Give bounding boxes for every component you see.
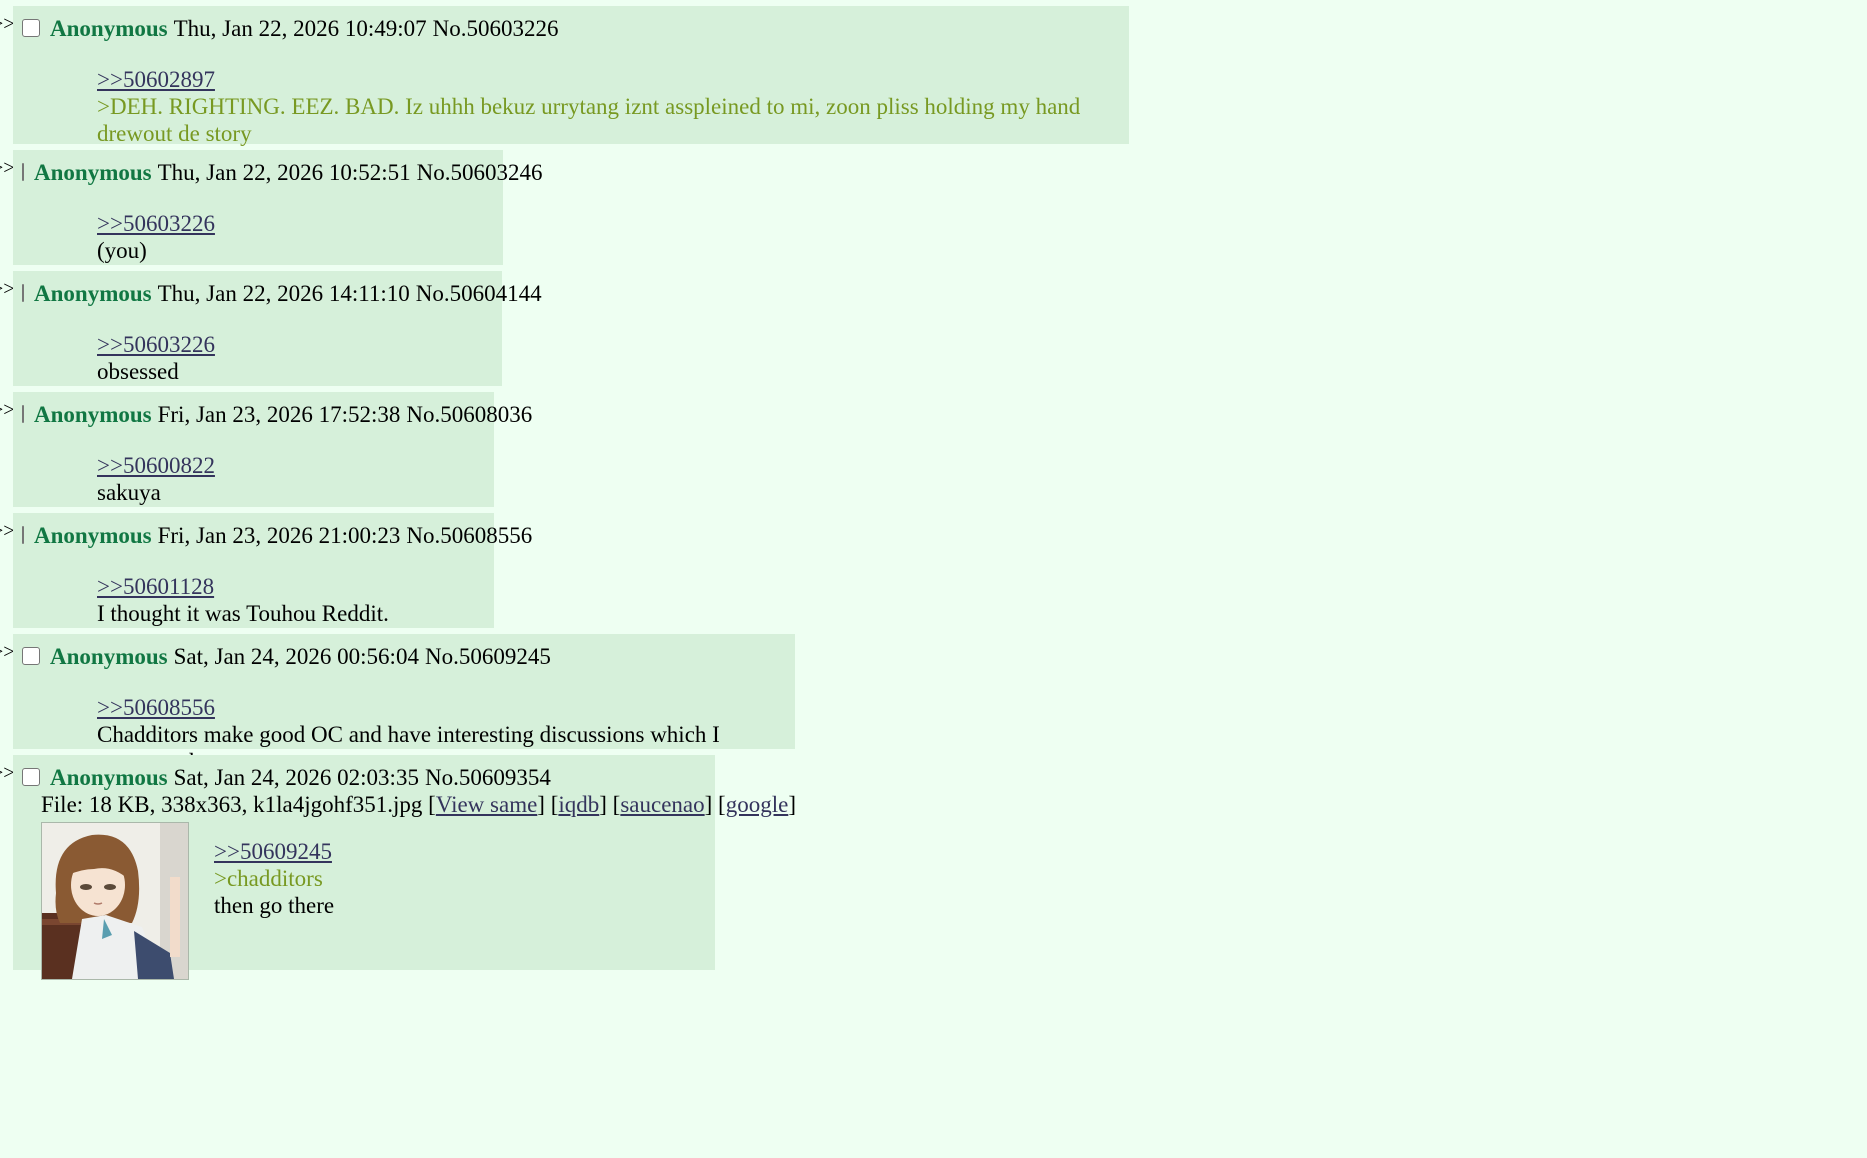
post-checkbox[interactable] <box>22 767 40 786</box>
post-checkbox[interactable] <box>22 404 24 423</box>
reply-post: Anonymous Thu, Jan 22, 2026 10:52:51 No.… <box>13 150 542 265</box>
post-message: >>50603226 (you) <box>97 210 469 264</box>
quote-link[interactable]: >>50609245 <box>214 838 334 865</box>
reply-container: >> Anonymous Sat, Jan 24, 2026 00:56:04 … <box>0 634 1129 774</box>
post-checkbox[interactable] <box>22 525 24 544</box>
message-text: sakuya <box>97 480 161 505</box>
side-arrows: >> <box>0 157 15 179</box>
post-info: Anonymous Thu, Jan 22, 2026 14:11:10 No.… <box>13 280 542 307</box>
message-text: I thought it was Touhou Reddit. <box>97 601 389 626</box>
greentext-line: >chadditors <box>214 866 323 891</box>
file-details: File: 18 KB, 338x363, k1la4jgohf351.jpg <box>41 792 423 817</box>
post-checkbox[interactable] <box>22 283 24 302</box>
post-message: >>50603226 obsessed <box>97 331 468 385</box>
post-checkbox[interactable] <box>22 162 24 181</box>
view-same-link[interactable]: View same <box>436 792 537 817</box>
post-datetime: Fri, Jan 23, 2026 21:00:23 <box>157 523 401 548</box>
reply-container: >> Anonymous Thu, Jan 22, 2026 14:11:10 … <box>0 271 1129 386</box>
quote-link[interactable]: >>50603226 <box>97 331 468 358</box>
side-arrows: >> <box>0 13 15 35</box>
thread: >> Anonymous Thu, Jan 22, 2026 10:49:07 … <box>0 6 1129 980</box>
poster-name: Anonymous <box>34 402 152 427</box>
reply-container: >> Anonymous Fri, Jan 23, 2026 17:52:38 … <box>0 392 1129 507</box>
file-info: File: 18 KB, 338x363, k1la4jgohf351.jpg … <box>41 792 796 817</box>
google-link[interactable]: google <box>726 792 789 817</box>
post-number-link[interactable]: No.50608556 <box>406 522 532 549</box>
image-post-body: >>50609245 >chadditors then go there <box>41 822 681 980</box>
post-datetime: Thu, Jan 22, 2026 10:52:51 <box>157 160 411 185</box>
reply-post: Anonymous Sat, Jan 24, 2026 02:03:35 No.… <box>13 755 796 980</box>
post-number-link[interactable]: No.50604144 <box>416 280 542 307</box>
reply-container: >> Anonymous Fri, Jan 23, 2026 21:00:23 … <box>0 513 1129 628</box>
side-arrows: >> <box>0 520 15 542</box>
reply-post: Anonymous Thu, Jan 22, 2026 10:49:07 No.… <box>13 6 1129 173</box>
anime-girl-thumbnail-image <box>42 823 188 979</box>
post-number-link[interactable]: No.50603246 <box>417 159 543 186</box>
reply-post: Anonymous Thu, Jan 22, 2026 14:11:10 No.… <box>13 271 542 386</box>
quote-link[interactable]: >>50602897 <box>97 66 1095 93</box>
post-info: Anonymous Thu, Jan 22, 2026 10:52:51 No.… <box>13 159 542 186</box>
post-datetime: Fri, Jan 23, 2026 17:52:38 <box>157 402 401 427</box>
quote-link[interactable]: >>50603226 <box>97 210 469 237</box>
greentext-line: >DEH. RIGHTING. EEZ. BAD. Iz uhhh bekuz … <box>97 94 1081 146</box>
post-info: Anonymous Sat, Jan 24, 2026 02:03:35 No.… <box>13 764 681 791</box>
poster-name: Anonymous <box>50 644 168 669</box>
poster-name: Anonymous <box>50 765 168 790</box>
message-text: (you) <box>97 238 147 263</box>
side-arrows: >> <box>0 399 15 421</box>
iqdb-link[interactable]: iqdb <box>558 792 599 817</box>
reply-container: >> Anonymous Thu, Jan 22, 2026 10:49:07 … <box>0 6 1129 173</box>
post-info: Anonymous Thu, Jan 22, 2026 10:49:07 No.… <box>13 15 1095 42</box>
post-message: >>50600822 sakuya <box>97 452 460 506</box>
post-info: Anonymous Fri, Jan 23, 2026 17:52:38 No.… <box>13 401 532 428</box>
quote-link[interactable]: >>50600822 <box>97 452 460 479</box>
post-checkbox[interactable] <box>22 18 40 37</box>
quote-link[interactable]: >>50601128 <box>97 573 460 600</box>
message-text: obsessed <box>97 359 179 384</box>
post-datetime: Sat, Jan 24, 2026 00:56:04 <box>173 644 419 669</box>
reply-post: Anonymous Fri, Jan 23, 2026 21:00:23 No.… <box>13 513 532 628</box>
side-arrows: >> <box>0 278 15 300</box>
post-datetime: Thu, Jan 22, 2026 10:49:07 <box>173 16 427 41</box>
post-checkbox[interactable] <box>22 646 40 665</box>
side-arrows: >> <box>0 762 15 784</box>
poster-name: Anonymous <box>34 281 152 306</box>
post-number-link[interactable]: No.50609245 <box>425 643 551 670</box>
post-info: Anonymous Sat, Jan 24, 2026 00:56:04 No.… <box>13 643 761 670</box>
post-number-link[interactable]: No.50608036 <box>406 401 532 428</box>
quote-link[interactable]: >>50608556 <box>97 694 761 721</box>
reply-container: >> Anonymous Sat, Jan 24, 2026 02:03:35 … <box>0 755 1129 980</box>
post-info: Anonymous Fri, Jan 23, 2026 21:00:23 No.… <box>13 522 532 549</box>
post-message: >>50601128 I thought it was Touhou Reddi… <box>97 573 460 627</box>
post-message: >>50609245 >chadditors then go there <box>214 838 334 980</box>
post-datetime: Thu, Jan 22, 2026 14:11:10 <box>157 281 410 306</box>
poster-name: Anonymous <box>34 160 152 185</box>
reply-post: Anonymous Sat, Jan 24, 2026 00:56:04 No.… <box>13 634 795 774</box>
post-datetime: Sat, Jan 24, 2026 02:03:35 <box>173 765 419 790</box>
reply-post: Anonymous Fri, Jan 23, 2026 17:52:38 No.… <box>13 392 532 507</box>
message-text: then go there <box>214 893 335 918</box>
post-thumbnail[interactable] <box>41 822 189 980</box>
post-number-link[interactable]: No.50609354 <box>425 764 551 791</box>
post-number-link[interactable]: No.50603226 <box>433 15 559 42</box>
poster-name: Anonymous <box>50 16 168 41</box>
poster-name: Anonymous <box>34 523 152 548</box>
side-arrows: >> <box>0 641 15 663</box>
saucenao-link[interactable]: saucenao <box>620 792 704 817</box>
